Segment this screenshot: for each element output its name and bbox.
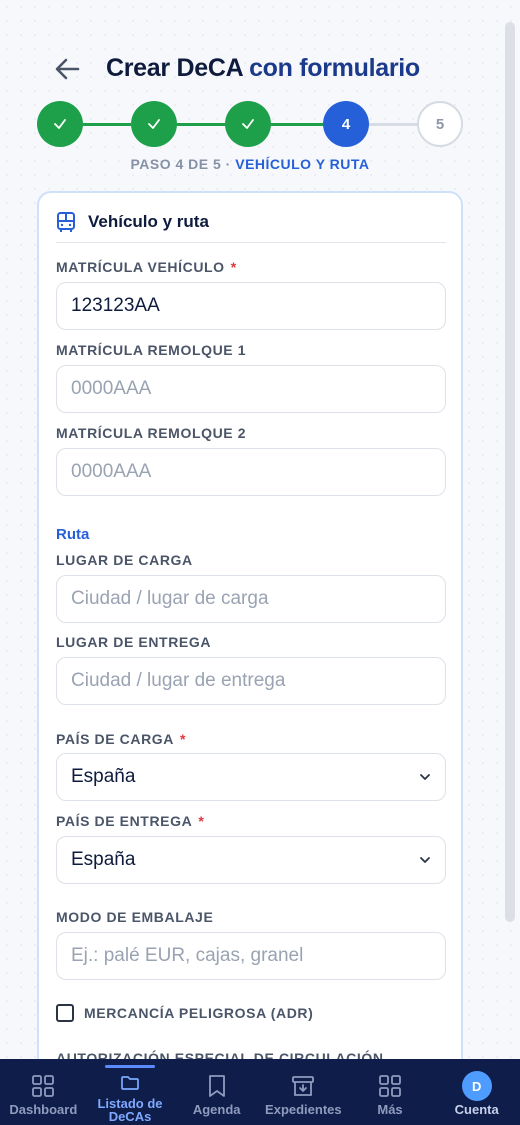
lugar-carga-label: LUGAR DE CARGA bbox=[56, 552, 193, 568]
archive-icon bbox=[292, 1076, 315, 1096]
page: Crear DeCA con formulario 4 5 PASO 4 DE … bbox=[0, 0, 520, 1125]
nav-agenda-label: Agenda bbox=[192, 1102, 241, 1117]
matricula-remolque-2-input[interactable] bbox=[56, 448, 446, 496]
card-title: Vehículo y ruta bbox=[88, 212, 209, 231]
active-indicator bbox=[105, 1065, 155, 1068]
step-caption: PASO 4 DE 5 · VEHÍCULO Y RUTA bbox=[0, 156, 500, 172]
matricula-vehiculo-label: MATRÍCULA VEHÍCULO * bbox=[56, 259, 237, 275]
required-mark: * bbox=[230, 259, 237, 275]
required-mark: * bbox=[180, 731, 187, 747]
card-header: Vehículo y ruta bbox=[56, 207, 446, 243]
step-connector bbox=[271, 123, 323, 126]
step-caption-name: VEHÍCULO Y RUTA bbox=[235, 156, 370, 172]
check-icon bbox=[242, 119, 254, 129]
step-3[interactable] bbox=[225, 101, 271, 147]
ruta-section-title: Ruta bbox=[56, 526, 90, 543]
page-title-main: Crear DeCA bbox=[106, 54, 243, 82]
lugar-entrega-input[interactable] bbox=[56, 657, 446, 705]
bus-icon bbox=[57, 212, 75, 232]
stepper: 4 5 bbox=[37, 101, 463, 147]
nav-agenda[interactable]: Agenda bbox=[173, 1059, 260, 1125]
check-icon bbox=[54, 119, 66, 129]
matricula-vehiculo-input[interactable] bbox=[56, 282, 446, 330]
nav-cuenta-label: Cuenta bbox=[454, 1102, 499, 1117]
mercancia-peligrosa-row[interactable]: MERCANCÍA PELIGROSA (ADR) bbox=[56, 1004, 313, 1022]
step-2[interactable] bbox=[131, 101, 177, 147]
lugar-carga-input[interactable] bbox=[56, 575, 446, 623]
pais-entrega-select[interactable]: España bbox=[56, 836, 446, 884]
nav-cuenta[interactable]: D Cuenta bbox=[433, 1059, 520, 1125]
pais-carga-select[interactable]: España bbox=[56, 753, 446, 801]
pais-carga-label-text: PAÍS DE CARGA bbox=[56, 731, 174, 747]
vehicle-route-card: Vehículo y ruta MATRÍCULA VEHÍCULO * MATR… bbox=[37, 191, 463, 1091]
pais-entrega-value: España bbox=[71, 849, 136, 870]
pais-entrega-label-text: PAÍS DE ENTREGA bbox=[56, 813, 193, 829]
nav-listado-decas[interactable]: Listado de DeCAs bbox=[87, 1059, 174, 1125]
modo-embalaje-label: MODO DE EMBALAJE bbox=[56, 909, 214, 925]
step-caption-count: PASO 4 DE 5 · bbox=[130, 156, 231, 172]
chevron-down-icon bbox=[420, 857, 430, 863]
modo-embalaje-input[interactable] bbox=[56, 932, 446, 980]
page-title-accent: con formulario bbox=[249, 54, 420, 82]
step-connector bbox=[369, 123, 417, 126]
bookmark-icon bbox=[208, 1075, 225, 1097]
avatar: D bbox=[461, 1071, 492, 1101]
check-icon bbox=[148, 119, 160, 129]
matricula-remolque-2-label: MATRÍCULA REMOLQUE 2 bbox=[56, 425, 247, 441]
step-connector bbox=[83, 123, 131, 126]
pais-carga-label: PAÍS DE CARGA * bbox=[56, 731, 186, 747]
header: Crear DeCA con formulario bbox=[0, 52, 500, 88]
matricula-remolque-1-input[interactable] bbox=[56, 365, 446, 413]
nav-listado-decas-label: Listado de DeCAs bbox=[97, 1096, 163, 1124]
pais-carga-value: España bbox=[71, 766, 136, 787]
nav-expedientes[interactable]: Expedientes bbox=[260, 1059, 347, 1125]
arrow-left-icon bbox=[55, 58, 80, 80]
page-title: Crear DeCA con formulario bbox=[106, 54, 420, 83]
matricula-vehiculo-label-text: MATRÍCULA VEHÍCULO bbox=[56, 259, 225, 275]
scrollbar[interactable] bbox=[505, 22, 515, 922]
mercancia-peligrosa-label: MERCANCÍA PELIGROSA (ADR) bbox=[84, 1005, 314, 1021]
nav-dashboard-label: Dashboard bbox=[9, 1102, 78, 1117]
step-1[interactable] bbox=[37, 101, 83, 147]
lugar-entrega-label: LUGAR DE ENTREGA bbox=[56, 634, 212, 650]
nav-dashboard[interactable]: Dashboard bbox=[0, 1059, 87, 1125]
chevron-down-icon bbox=[420, 774, 430, 780]
grid-icon bbox=[379, 1075, 401, 1097]
mercancia-peligrosa-checkbox[interactable] bbox=[56, 1004, 74, 1022]
matricula-remolque-1-label: MATRÍCULA REMOLQUE 1 bbox=[56, 342, 247, 358]
bottom-nav: Dashboard Listado de DeCAs Agenda Expedi… bbox=[0, 1059, 520, 1125]
nav-expedientes-label: Expedientes bbox=[265, 1102, 342, 1117]
step-4[interactable]: 4 bbox=[323, 101, 369, 147]
step-connector bbox=[177, 123, 225, 126]
step-5[interactable]: 5 bbox=[417, 101, 463, 147]
pais-entrega-label: PAÍS DE ENTREGA * bbox=[56, 813, 204, 829]
back-button[interactable] bbox=[52, 54, 82, 84]
grid-icon bbox=[32, 1075, 55, 1097]
nav-mas[interactable]: Más bbox=[347, 1059, 434, 1125]
required-mark: * bbox=[198, 813, 205, 829]
folder-icon bbox=[121, 1076, 139, 1090]
nav-mas-label: Más bbox=[377, 1102, 403, 1117]
